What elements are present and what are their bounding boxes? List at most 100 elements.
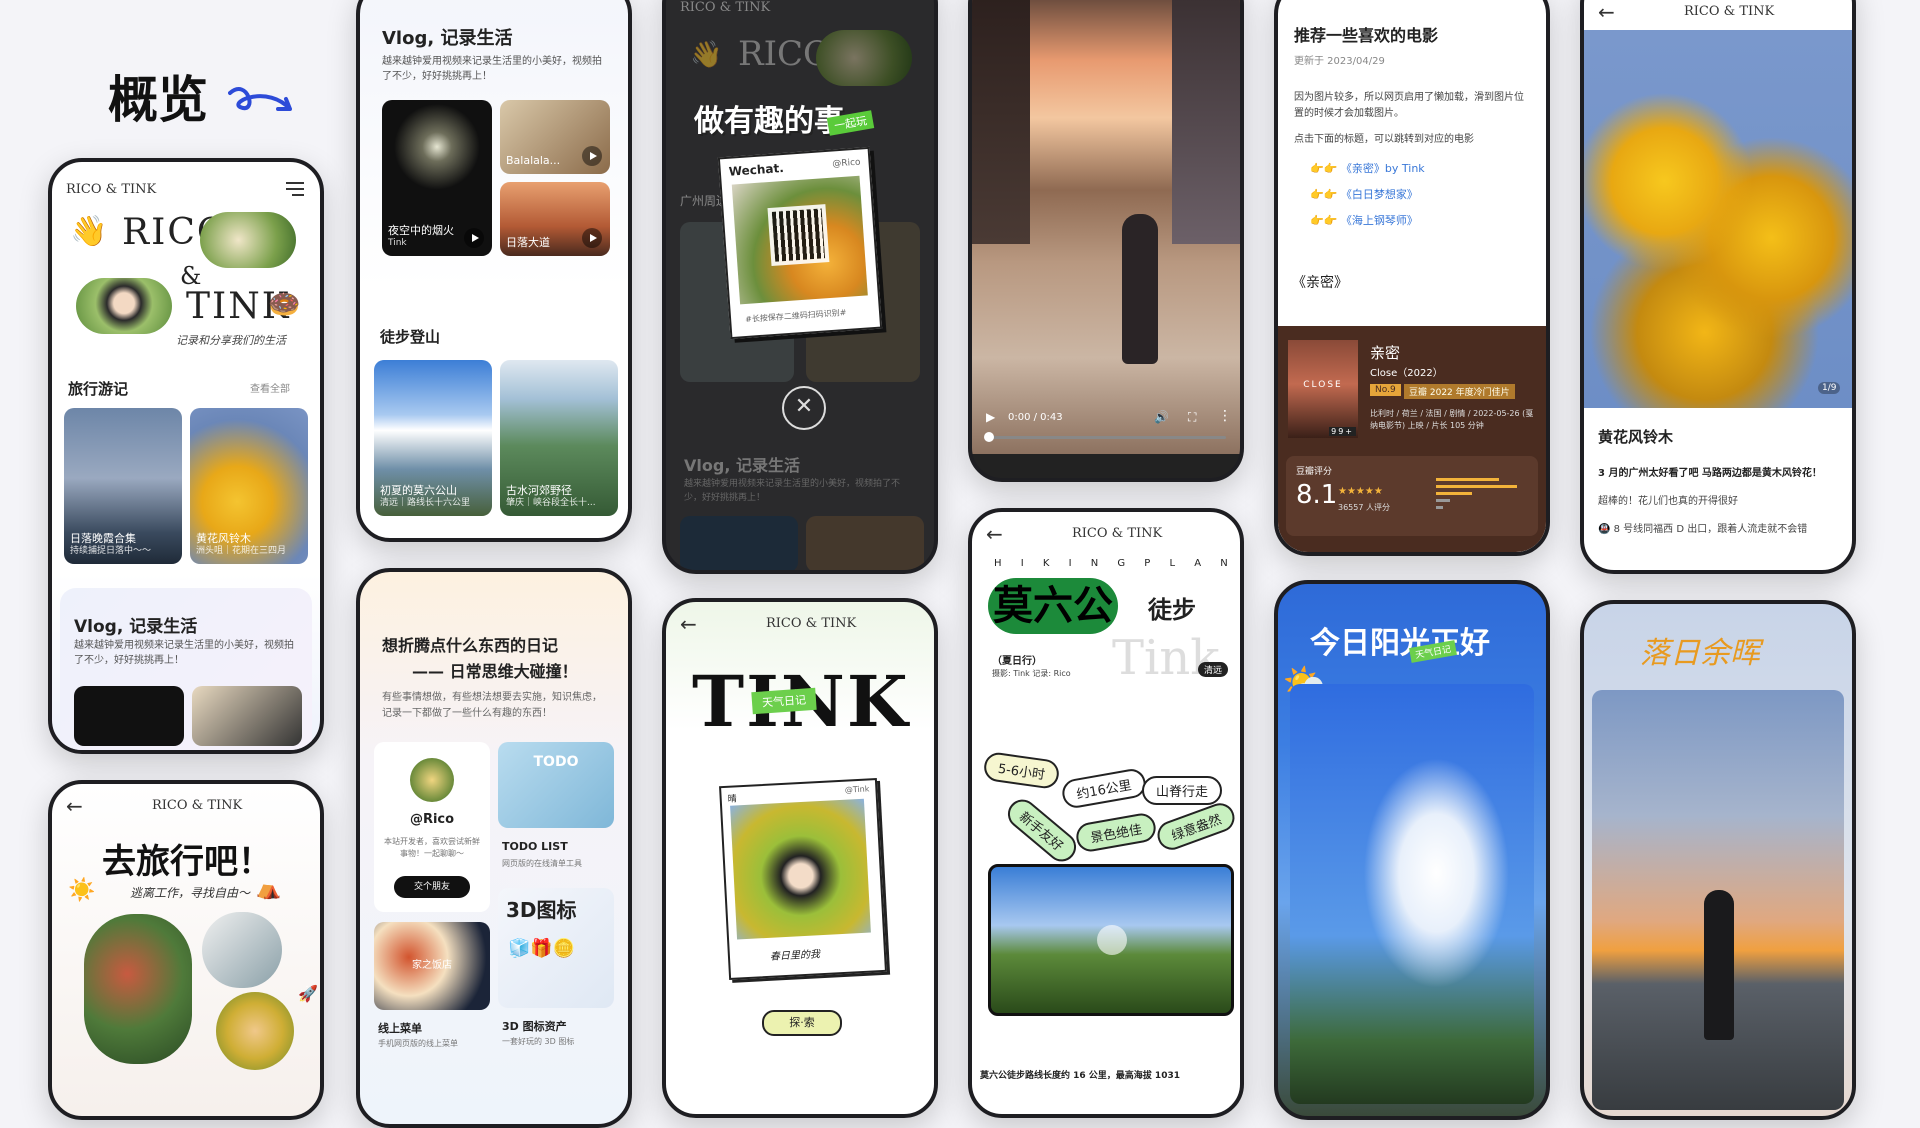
movie-en: Close（2022） (1370, 368, 1443, 379)
movie-link-text[interactable]: 《白日梦想家》 (1341, 188, 1418, 201)
vlog-thumb[interactable] (192, 686, 302, 746)
qr-code-icon[interactable] (767, 204, 830, 267)
hiking-plan-letters: H I K I N G P L A N (994, 558, 1236, 569)
play-icon[interactable] (464, 228, 484, 248)
view-all-link[interactable]: 查看全部 (250, 380, 290, 395)
rating-stars: ★★★★★ (1338, 486, 1383, 497)
post-desc: 3 月的广州太好看了吧 马路两边都是黄木风铃花！ (1598, 468, 1822, 479)
rico-avatar (410, 758, 454, 802)
vlog-thumb (806, 516, 924, 570)
building-right (1172, 0, 1240, 244)
tag-pill: 绿意盎然 (1153, 799, 1239, 854)
polaroid-caption: 春日里的我 (769, 949, 821, 963)
phone-sunset: 落日余晖 (1580, 600, 1856, 1120)
close-icon[interactable]: ✕ (782, 386, 826, 430)
icons-desc: 一套好玩的 3D 图标 (502, 1037, 575, 1046)
photo-at: @Tink (844, 784, 870, 795)
tag-pill: 景色绝佳 (1074, 811, 1158, 854)
video-sunset[interactable]: 日落大道 (500, 182, 610, 256)
place-badge: 清远 (1198, 662, 1229, 677)
weather-tag: 天气日记 (751, 687, 817, 715)
back-icon[interactable]: ← (66, 794, 83, 818)
vlog-thumb[interactable] (74, 686, 184, 746)
movie-link[interactable]: 👉👉 《亲密》by Tink (1310, 160, 1425, 176)
app-logo: RICO & TINK (1684, 4, 1775, 19)
slogan: 记录和分享我们的生活 (176, 334, 286, 347)
progress-knob[interactable] (984, 432, 994, 442)
todo-card[interactable]: TODO TODO LIST 网页版的在线清单工具 (498, 742, 614, 876)
phone-video-player: ▶ 0:00 / 0:43 🔊 ⛶ ⋮ (968, 0, 1244, 482)
video-girl[interactable]: Balalala... (500, 100, 610, 174)
hike-video[interactable] (988, 864, 1234, 1016)
todo-desc: 网页版的在线清单工具 (502, 859, 582, 868)
video-fireworks[interactable]: 夜空中的烟火 Tink (382, 100, 492, 256)
make-friend-button[interactable]: 交个朋友 (394, 876, 470, 898)
tink-watermark: Tink (1112, 630, 1220, 686)
hike-card-2[interactable]: 古水河郊野径 肇庆｜峡谷段全长十... (500, 360, 618, 516)
movie-poster: CLOSE 99+ (1288, 340, 1358, 438)
diary-subtitle: —— 日常思维大碰撞！ (412, 662, 578, 681)
more-icon[interactable]: ⋮ (1218, 408, 1232, 424)
phone-travel: ← RICO & TINK 去旅行吧！ ☀️ 逃离工作，寻找自由～ ⛺ 🚀 (48, 780, 324, 1120)
play-icon[interactable] (582, 146, 602, 166)
fullscreen-icon[interactable]: ⛶ (1188, 410, 1196, 425)
todo-title: TODO LIST (502, 840, 568, 853)
travel-card-flowers[interactable]: 黄花风铃木 洲头咀｜花期在三四月 (190, 408, 308, 564)
diary-desc: 有些事情想做，有些想法想要去实施，知识焦虑，记录一下都做了一些什么有趣的东西！ (382, 692, 602, 719)
hike-card-1[interactable]: 初夏的莫六公山 清远｜路线长十六公里 (374, 360, 492, 516)
movie-link[interactable]: 👉👉 《海上钢琴师》 (1310, 212, 1418, 228)
photo-tag: 晴 (727, 794, 738, 805)
phone-home: RICO & TINK 👋 RICO & TINK 🍩 记录和分享我们的生活 旅… (48, 158, 324, 754)
play-icon[interactable] (1097, 925, 1127, 955)
back-icon[interactable]: ← (1598, 0, 1615, 24)
phone-wechat-modal: RICO & TINK 👋 RICO 做有趣的事 一起玩 广州周边 Wechat… (662, 0, 938, 574)
travel-card-sunset[interactable]: 日落晚霞合集 持续捕捉日落中～～ (64, 408, 182, 564)
sunset-photo (1592, 690, 1844, 1110)
movie-link[interactable]: 👉👉 《白日梦想家》 (1310, 186, 1418, 202)
lazyload-note: 因为图片较多，所以网页启用了懒加载，滑到图片位置的时候才会加载图片。 (1294, 92, 1524, 119)
travel-photo-2 (202, 912, 282, 988)
progress-track[interactable] (986, 436, 1226, 439)
rating-label: 豆瓣评分 (1296, 467, 1333, 477)
overview-title: 概览 (108, 71, 208, 129)
video-title: 日落大道 (506, 235, 550, 249)
menu-card[interactable]: 家之饭店 线上菜单 手机网页版的线上菜单 (374, 922, 490, 1052)
movie-link-text[interactable]: 《亲密》by Tink (1341, 162, 1425, 175)
page-title: 推荐一些喜欢的电影 (1294, 26, 1439, 45)
icons-card[interactable]: 3D图标 🧊🎁🪙 3D 图标资产 一套好玩的 3D 图标 (498, 888, 614, 1052)
hike-date: （夏日行） (992, 656, 1042, 667)
menu-icon[interactable] (286, 182, 304, 196)
person-silhouette (1122, 214, 1158, 364)
volume-icon[interactable]: 🔊 (1154, 410, 1169, 424)
sunset-title: 落日余晖 (1640, 636, 1760, 671)
card-sub: 洲头咀｜花期在三四月 (196, 546, 287, 557)
explore-button[interactable]: 探·索 (762, 1010, 842, 1036)
sun-icon: ☀️ (68, 878, 96, 903)
rating-box: 豆瓣评分 8.1 ★★★★★ 36557 人评分 (1286, 456, 1538, 536)
play-icon[interactable] (582, 228, 602, 248)
rico-desc: 本站开发者，喜欢尝试新鲜事物！一起聊聊～ (384, 837, 480, 858)
tag-pill: 5-6小时 (982, 750, 1061, 791)
tent-icon: ⛺ (256, 876, 281, 900)
rating-score: 8.1 (1296, 480, 1338, 510)
menu-desc: 手机网页版的线上菜单 (378, 1039, 458, 1048)
play-button[interactable]: ▶ (986, 410, 995, 424)
tag-pill: 约16公里 (1060, 766, 1148, 811)
poster-badge: 99+ (1329, 427, 1356, 436)
back-icon[interactable]: ← (680, 612, 697, 636)
travel-title: 去旅行吧！ (102, 842, 272, 882)
app-logo: RICO & TINK (66, 182, 157, 197)
person-silhouette (1704, 890, 1734, 1040)
wave-hand-icon: 👋 (690, 40, 723, 70)
movie-meta: 比利时 / 荷兰 / 法国 / 剧情 / 2022-05-26 (戛纳电影节) … (1370, 409, 1534, 430)
building-left (972, 0, 1030, 244)
wechat-label: Wechat. (728, 160, 785, 179)
hiking-title: 徒步登山 (380, 328, 441, 346)
back-icon[interactable]: ← (986, 522, 1003, 546)
movie-link-text[interactable]: 《海上钢琴师》 (1341, 214, 1418, 227)
hike-credit: 摄影: Tink 记录: Rico (992, 669, 1071, 678)
wechat-card: Wechat. @Rico #长按保存二维码扫码识别# (717, 146, 883, 340)
menu-title: 线上菜单 (378, 1022, 422, 1035)
menu-image: 家之饭店 (374, 922, 490, 1010)
rank-desc: 豆瓣 2022 年度冷门佳片 (1404, 384, 1515, 399)
